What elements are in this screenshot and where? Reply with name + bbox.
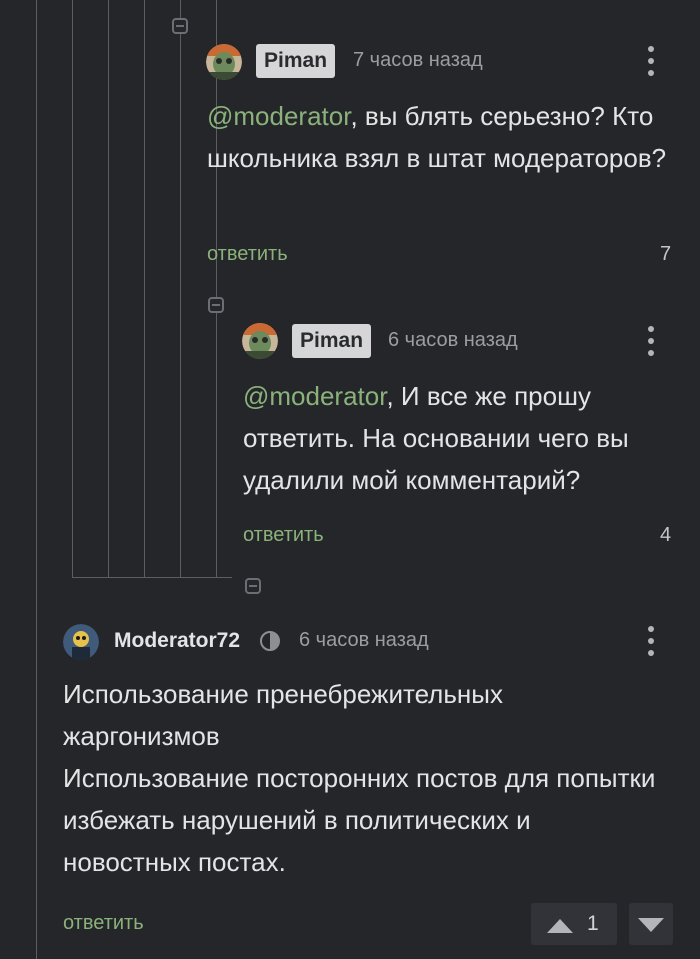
author-name[interactable]: Piman [256,44,336,78]
thread-line [108,0,109,577]
author-name[interactable]: Piman [292,324,372,358]
collapse-button[interactable] [172,18,188,34]
comment-body: Использование пренебрежительных жаргониз… [63,679,503,751]
user-mention[interactable]: @moderator [243,381,386,411]
thread-line [180,0,181,577]
comment-time: 6 часов назад [299,629,429,651]
rating-count: 1 [587,912,599,935]
comment-time: 6 часов назад [388,329,518,351]
more-options-icon[interactable] [641,624,661,658]
collapse-button[interactable] [208,297,224,313]
avatar[interactable] [63,624,99,660]
downvote-icon [638,918,664,932]
comment-text: Использование пренебрежительных жаргониз… [63,673,663,883]
avatar[interactable] [242,323,278,359]
thread-line [36,0,37,959]
upvote-button[interactable]: 1 [531,903,617,945]
comment-time: 7 часов назад [353,49,483,71]
more-options-icon[interactable] [641,324,661,358]
comment-text: @moderator, вы блять серьезно? Кто школь… [207,95,667,179]
user-mention[interactable]: @moderator [207,101,350,131]
comment-rating: 4 [660,524,672,546]
upvote-icon [547,919,573,933]
collapse-button[interactable] [245,578,261,594]
reply-link[interactable]: ответить [243,524,324,547]
thread-line [216,0,217,577]
author-name[interactable]: Moderator72 [114,629,240,653]
reply-link[interactable]: ответить [63,912,144,935]
reply-link[interactable]: ответить [207,243,288,266]
thread-connector [72,577,232,578]
more-options-icon[interactable] [641,44,661,78]
comment-body: Использование посторонних постов для поп… [63,763,656,877]
comment-text: @moderator, И все же прошу ответить. На … [243,375,683,501]
thread-line [144,0,145,577]
thread-line [72,0,73,577]
moderator-badge-icon [259,630,281,652]
comment-rating: 7 [660,243,672,265]
downvote-button[interactable] [629,903,673,945]
avatar[interactable] [206,44,242,80]
